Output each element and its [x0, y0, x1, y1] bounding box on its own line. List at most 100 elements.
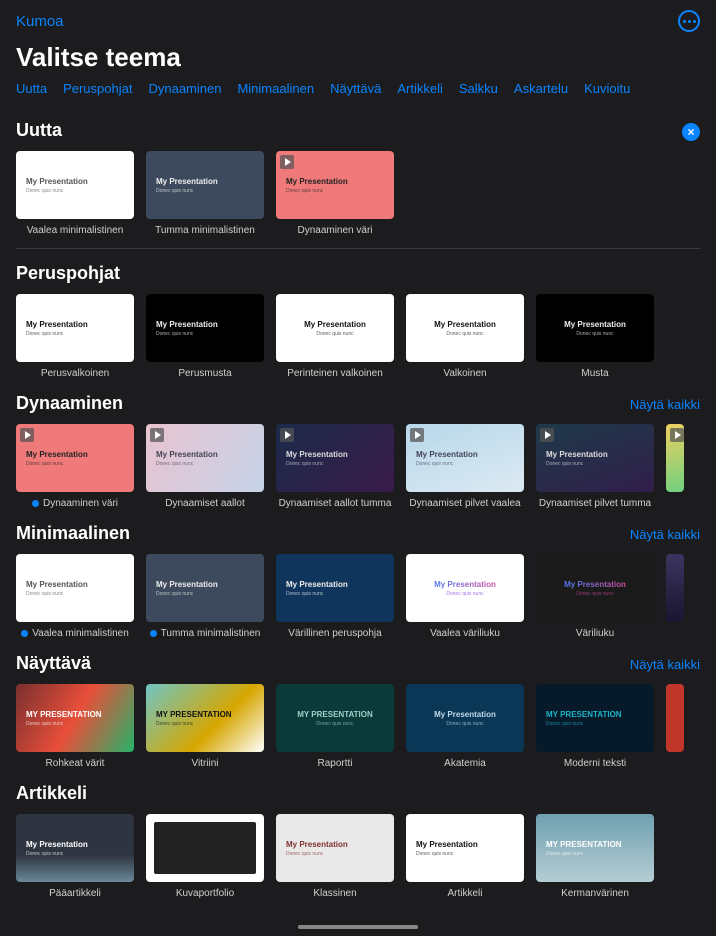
theme-thumbnail[interactable]: My PresentationDonec quis nunc [536, 294, 654, 362]
theme-thumbnail[interactable]: My PresentationDonec quis nunc [536, 424, 654, 492]
section-heading: Uutta [16, 120, 62, 141]
section-heading: Peruspohjat [16, 263, 120, 284]
theme-thumbnail[interactable]: My PresentationDonec quis nunc [276, 151, 394, 219]
theme-label: Pääartikkeli [16, 888, 134, 899]
theme-label: Perusmusta [146, 368, 264, 379]
thumb-title: MY PRESENTATION [26, 710, 102, 719]
theme-thumbnail[interactable] [666, 554, 684, 622]
thumb-title: MY PRESENTATION [546, 710, 622, 719]
thumb-subtitle: Donec quis nunc [156, 721, 193, 727]
theme-label: Rohkeat värit [16, 758, 134, 769]
thumb-title: MY PRESENTATION [156, 710, 232, 719]
thumb-title: My Presentation [156, 177, 218, 186]
theme-label: Klassinen [276, 888, 394, 899]
theme-thumbnail[interactable]: My PresentationDonec quis nunc [406, 294, 524, 362]
thumb-subtitle: Donec quis nunc [26, 591, 63, 597]
theme-thumbnail[interactable]: My PresentationDonec quis nunc [146, 151, 264, 219]
thumb-title: My Presentation [26, 450, 88, 459]
theme-thumbnail[interactable]: My PresentationDonec quis nunc [536, 554, 654, 622]
theme-thumbnail[interactable]: MY PRESENTATIONDonec quis nunc [276, 684, 394, 752]
theme-thumbnail[interactable]: My PresentationDonec quis nunc [16, 151, 134, 219]
thumb-subtitle: Donec quis nunc [286, 591, 323, 597]
theme-thumbnail[interactable]: My Presentation Donec quis nunc [16, 424, 134, 492]
close-icon[interactable]: × [682, 123, 700, 141]
theme-thumbnail[interactable]: MY PRESENTATION Donec quis nunc [16, 684, 134, 752]
thumb-subtitle: Donec quis nunc [26, 851, 63, 857]
thumb-subtitle: Donec quis nunc [416, 851, 453, 857]
category-tab[interactable]: Minimaalinen [237, 81, 314, 96]
theme-thumbnail[interactable]: My Presentation Donec quis nunc [276, 424, 394, 492]
theme-thumbnail[interactable]: MY PRESENTATIONDonec quis nunc [536, 814, 654, 882]
theme-thumbnail[interactable]: My PresentationDonec quis nunc [16, 294, 134, 362]
category-tab[interactable]: Peruspohjat [63, 81, 132, 96]
section-heading: Artikkeli [16, 783, 87, 804]
theme-label: Raportti [276, 758, 394, 769]
theme-label: Dynaamiset pilvet tumma [536, 498, 654, 509]
theme-thumbnail[interactable]: MY PRESENTATION Donec quis nunc [146, 684, 264, 752]
thumb-title: My Presentation [434, 710, 496, 719]
theme-thumbnail[interactable]: My Presentation Donec quis nunc [276, 814, 394, 882]
thumb-title: My Presentation [286, 840, 348, 849]
theme-thumbnail[interactable]: My PresentationDonec quis nunc [146, 554, 264, 622]
theme-label: Perinteinen valkoinen [276, 368, 394, 379]
thumb-subtitle: Donec quis nunc [576, 331, 613, 337]
thumb-subtitle: Donec quis nunc [156, 461, 193, 467]
thumb-subtitle: Donec quis nunc [286, 461, 323, 467]
theme-thumbnail[interactable]: MY PRESENTATIONDonec quis nunc [536, 684, 654, 752]
theme-thumbnail[interactable] [666, 424, 684, 492]
theme-thumbnail[interactable]: My PresentationDonec quis nunc [406, 814, 524, 882]
theme-thumbnail[interactable]: My PresentationDonec quis nunc [16, 554, 134, 622]
theme-thumbnail[interactable]: My Presentation Donec quis nunc [406, 424, 524, 492]
theme-label: Dynaamiset pilvet vaalea [406, 498, 524, 509]
show-all-link[interactable]: Näytä kaikki [630, 397, 700, 412]
theme-thumbnail[interactable]: My Presentation Donec quis nunc [276, 554, 394, 622]
thumb-title: My Presentation [286, 450, 348, 459]
theme-thumbnail[interactable]: My PresentationDonec quis nunc [406, 554, 524, 622]
theme-label: Dynaamiset aallot tumma [276, 498, 394, 509]
theme-thumbnail[interactable] [666, 684, 684, 752]
theme-label: Väriliuku [536, 628, 654, 639]
theme-label: Dynaaminen väri [276, 225, 394, 236]
play-icon [670, 428, 684, 442]
cancel-button[interactable]: Kumoa [16, 13, 64, 30]
category-tab[interactable]: Artikkeli [397, 81, 443, 96]
thumb-title: My Presentation [416, 450, 478, 459]
category-tab[interactable]: Kuvioitu [584, 81, 630, 96]
thumb-title: My Presentation [174, 840, 236, 849]
theme-label: Perusvalkoinen [16, 368, 134, 379]
theme-thumbnail[interactable]: My Presentation Donec quis nunc [406, 684, 524, 752]
category-tab[interactable]: Näyttävä [330, 81, 381, 96]
category-tab[interactable]: Askartelu [514, 81, 568, 96]
thumb-title: My Presentation [286, 580, 348, 589]
theme-thumbnail[interactable]: My PresentationDonec quis nunc [146, 814, 264, 882]
marker-dot-icon [150, 630, 157, 637]
thumb-subtitle: Donec quis nunc [416, 461, 453, 467]
section-heading: Näyttävä [16, 653, 91, 674]
thumb-subtitle: Donec quis nunc [26, 721, 63, 727]
theme-thumbnail[interactable]: My PresentationDonec quis nunc [146, 424, 264, 492]
show-all-link[interactable]: Näytä kaikki [630, 527, 700, 542]
category-tab[interactable]: Uutta [16, 81, 47, 96]
category-tab[interactable]: Dynaaminen [148, 81, 221, 96]
theme-label: Tumma minimalistinen [146, 628, 264, 639]
thumb-title: My Presentation [564, 580, 626, 589]
thumb-title: My Presentation [156, 320, 218, 329]
theme-label: Kermanvärinen [536, 888, 654, 899]
theme-thumbnail[interactable]: My PresentationDonec quis nunc [276, 294, 394, 362]
thumb-subtitle: Donec quis nunc [26, 188, 63, 194]
section-heading: Minimaalinen [16, 523, 130, 544]
theme-thumbnail[interactable]: My PresentationDonec quis nunc [16, 814, 134, 882]
section-heading: Dynaaminen [16, 393, 123, 414]
theme-label: Vaalea minimalistinen [16, 225, 134, 236]
play-icon [540, 428, 554, 442]
show-all-link[interactable]: Näytä kaikki [630, 657, 700, 672]
thumb-subtitle: Donec quis nunc [446, 721, 483, 727]
thumb-title: MY PRESENTATION [297, 710, 373, 719]
thumb-subtitle: Donec quis nunc [546, 851, 583, 857]
theme-label: Dynaaminen väri [16, 498, 134, 509]
theme-thumbnail[interactable]: My PresentationDonec quis nunc [146, 294, 264, 362]
category-tab[interactable]: Salkku [459, 81, 498, 96]
thumb-subtitle: Donec quis nunc [286, 851, 323, 857]
thumb-subtitle: Donec quis nunc [26, 461, 63, 467]
more-button[interactable] [678, 10, 700, 32]
